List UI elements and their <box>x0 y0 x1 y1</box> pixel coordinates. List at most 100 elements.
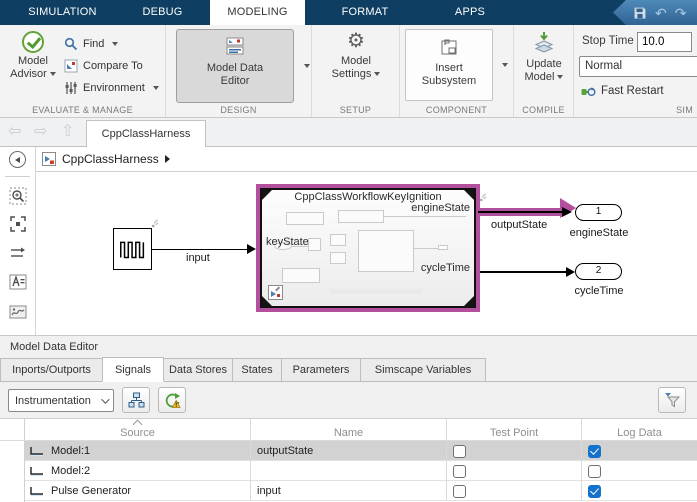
outport-2-block[interactable]: 2 <box>575 263 622 280</box>
tab-signals[interactable]: Signals <box>102 357 164 382</box>
environment-button[interactable]: Environment <box>64 79 159 97</box>
sliders-icon <box>65 82 77 94</box>
back-arrow-icon[interactable]: ⇦ <box>8 121 21 143</box>
find-label: Find <box>83 38 105 50</box>
test-point-checkbox[interactable] <box>453 484 466 498</box>
outport-1-block[interactable]: 1 <box>575 204 622 221</box>
update-model-button[interactable]: Update Model <box>516 31 572 84</box>
column-header-name[interactable]: Name <box>251 419 447 441</box>
update-diagram-warning-button[interactable] <box>158 387 186 413</box>
dropdown-caret-icon <box>557 75 564 80</box>
insert-subsystem-dropdown[interactable] <box>496 29 510 101</box>
model-canvas[interactable]: input CppClassWorkflowKeyIgnition keySta… <box>36 172 697 335</box>
signal-source-icon <box>30 487 43 496</box>
test-point-checkbox[interactable] <box>453 444 466 458</box>
mde-table: Source Name Test Point Log Data Model:1 … <box>0 418 697 502</box>
up-arrow-icon[interactable]: ⇧ <box>61 121 74 143</box>
tab-parameters[interactable]: Parameters <box>281 358 361 381</box>
model-advisor-button[interactable]: Model Advisor <box>4 31 62 81</box>
input-arrowhead <box>247 244 256 254</box>
breadcrumb-model-name[interactable]: CppClassHarness <box>62 152 159 166</box>
breadcrumb-expand-icon[interactable] <box>164 155 170 163</box>
toolstrip-tabbar: SIMULATION DEBUG MODELING FORMAT APPS <box>0 0 697 25</box>
table-row[interactable]: Pulse Generator input <box>25 481 697 501</box>
source-cell: Model:2 <box>51 465 91 477</box>
signal-routing-icon[interactable] <box>9 244 27 262</box>
log-data-checkbox[interactable] <box>588 464 601 478</box>
annotation-icon[interactable] <box>9 273 27 291</box>
simulation-mode-select[interactable]: Normal <box>579 56 697 77</box>
test-point-checkbox[interactable] <box>453 464 466 478</box>
insert-subsystem-button[interactable]: Insert Subsystem <box>405 29 493 101</box>
column-view-select[interactable]: Instrumentation <box>8 389 114 412</box>
tab-data-stores[interactable]: Data Stores <box>163 358 233 381</box>
stop-time-input[interactable] <box>637 32 692 52</box>
stop-time-label: Stop Time <box>582 35 634 47</box>
show-hierarchy-button[interactable] <box>122 387 150 413</box>
zoom-region-icon[interactable] <box>9 187 27 205</box>
signal-source-icon <box>30 467 43 476</box>
compare-to-button[interactable]: Compare To <box>64 57 143 75</box>
model-advisor-check-icon <box>22 31 44 53</box>
input-signal-label[interactable]: input <box>186 252 210 264</box>
input-signal-line[interactable] <box>152 248 248 250</box>
gear-icon: ⚙ <box>347 30 365 52</box>
preview-block <box>358 230 414 272</box>
undo-icon[interactable]: ↶ <box>655 6 667 20</box>
compare-icon <box>64 59 78 73</box>
document-tab[interactable]: CppClassHarness <box>86 120 206 147</box>
name-cell[interactable]: input <box>257 485 281 497</box>
pulse-generator-block[interactable] <box>113 228 152 270</box>
insert-subsystem-label: Insert Subsystem <box>421 62 477 87</box>
forward-arrow-icon[interactable]: ⇨ <box>34 121 47 143</box>
find-button[interactable]: Find <box>64 35 119 53</box>
model-reference-badge-icon[interactable] <box>268 285 283 300</box>
preview-block <box>330 234 346 246</box>
model-settings-label: Model Settings <box>331 55 372 80</box>
cycletime-signal-line[interactable] <box>480 271 568 273</box>
log-data-checkbox[interactable] <box>588 444 601 458</box>
table-row[interactable]: Model:1 outputState <box>25 441 697 461</box>
redo-icon[interactable]: ↷ <box>675 6 687 20</box>
column-header-source[interactable]: Source <box>25 419 251 441</box>
tab-apps[interactable]: APPS <box>425 0 515 25</box>
breadcrumb[interactable]: CppClassHarness <box>36 147 697 172</box>
tab-states[interactable]: States <box>232 358 282 381</box>
section-simulate: Stop Time Normal Fast Restart SIM <box>574 25 697 117</box>
name-cell[interactable]: outputState <box>257 445 313 457</box>
model-settings-button[interactable]: ⚙ Model Settings <box>326 31 386 81</box>
tab-debug[interactable]: DEBUG <box>115 0 210 25</box>
column-header-test-point[interactable]: Test Point <box>447 419 582 441</box>
dropdown-caret-icon <box>374 72 381 77</box>
subsystem-block[interactable]: CppClassWorkflowKeyIgnition keyState eng… <box>256 184 480 312</box>
filter-options-button[interactable] <box>658 387 686 413</box>
section-evaluate-manage: Model Advisor Find Compare To Environmen… <box>0 25 166 117</box>
image-icon[interactable] <box>9 303 27 321</box>
fast-restart-toggle[interactable]: Fast Restart <box>581 82 664 100</box>
column-header-log-data[interactable]: Log Data <box>582 419 697 441</box>
logging-badge-icon <box>479 193 487 202</box>
hide-browser-button[interactable] <box>9 151 26 168</box>
table-row[interactable]: Model:2 <box>25 461 697 481</box>
tab-simscape-variables[interactable]: Simscape Variables <box>360 358 486 381</box>
section-component: Insert Subsystem COMPONENT <box>400 25 514 117</box>
save-icon[interactable] <box>633 6 647 20</box>
canvas-palette <box>0 147 36 335</box>
model-data-editor-dropdown[interactable] <box>298 29 312 103</box>
palette-divider <box>5 176 30 177</box>
signal-source-icon <box>30 447 43 456</box>
insert-subsystem-icon <box>441 39 457 55</box>
outport-1-label: engineState <box>569 227 629 239</box>
tab-simulation[interactable]: SIMULATION <box>10 0 115 25</box>
fit-to-view-icon[interactable] <box>9 215 27 233</box>
model-advisor-label: Model Advisor <box>10 55 48 80</box>
tab-modeling[interactable]: MODELING <box>210 0 305 25</box>
source-cell: Model:1 <box>51 445 91 457</box>
log-data-checkbox[interactable] <box>588 484 601 498</box>
tab-inports-outports[interactable]: Inports/Outports <box>0 358 103 381</box>
corner-mark-icon <box>464 296 474 306</box>
model-data-editor-button[interactable]: Model Data Editor <box>176 29 294 103</box>
output-signal-line[interactable] <box>478 211 564 213</box>
output-signal-label[interactable]: outputState <box>491 219 547 231</box>
tab-format[interactable]: FORMAT <box>305 0 425 25</box>
